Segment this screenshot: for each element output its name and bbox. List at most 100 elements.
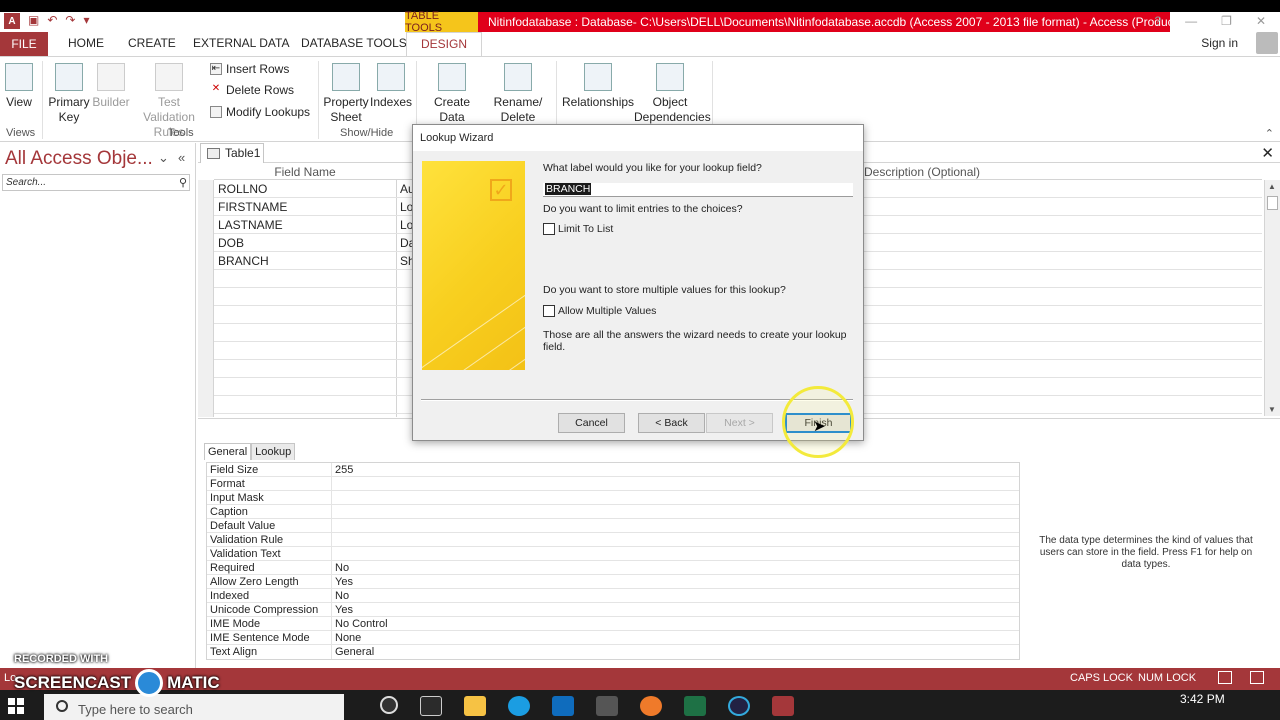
maximize-button[interactable]: ❐	[1221, 14, 1232, 28]
windows-start-icon[interactable]	[8, 698, 24, 714]
object-dependencies-button[interactable]: Object Dependencies	[634, 63, 711, 125]
property-value[interactable]: 255	[335, 464, 353, 476]
tab-database-tools[interactable]: DATABASE TOOLS	[301, 36, 407, 50]
num-lock-indicator: NUM LOCK	[1138, 672, 1197, 684]
property-value[interactable]: None	[335, 632, 361, 644]
limit-to-list-checkbox[interactable]: Limit To List	[543, 223, 613, 235]
sign-in-link[interactable]: Sign in	[1201, 36, 1238, 50]
tab-table1[interactable]: Table1	[200, 143, 264, 163]
tab-create[interactable]: CREATE	[128, 36, 176, 50]
property-value[interactable]: General	[335, 646, 374, 658]
property-row[interactable]: Required No	[207, 561, 1019, 575]
task-view-icon[interactable]	[420, 696, 442, 716]
modify-lookups-button[interactable]: Modify Lookups	[210, 105, 310, 119]
datasheet-view-icon[interactable]	[1218, 671, 1232, 684]
avatar[interactable]	[1256, 32, 1278, 54]
tab-external-data[interactable]: EXTERNAL DATA	[193, 36, 289, 50]
group-separator	[42, 61, 43, 139]
search-icon[interactable]: ⚲	[179, 176, 187, 189]
property-sheet-button[interactable]: Property Sheet	[322, 63, 370, 125]
nav-dropdown-icon[interactable]: ⌄	[158, 150, 169, 166]
property-divider	[331, 645, 332, 659]
minimize-button[interactable]: —	[1185, 14, 1197, 28]
insert-rows-button[interactable]: ⇤ Insert Rows	[210, 62, 289, 76]
redo-icon[interactable]: ↷	[65, 13, 75, 29]
next-button[interactable]: Next >	[706, 413, 773, 433]
indexes-button[interactable]: Indexes	[370, 63, 412, 110]
firefox-icon[interactable]	[640, 696, 662, 716]
cortana-icon[interactable]	[380, 696, 398, 714]
row-selector-column[interactable]	[198, 180, 214, 417]
taskbar-search-placeholder: Type here to search	[78, 702, 193, 717]
property-row[interactable]: Validation Rule	[207, 533, 1019, 547]
back-button[interactable]: < Back	[638, 413, 705, 433]
tab-file[interactable]: FILE	[0, 32, 48, 56]
property-row[interactable]: IME Sentence Mode None	[207, 631, 1019, 645]
delete-rows-button[interactable]: ✕ Delete Rows	[210, 83, 294, 97]
taskbar-search-input[interactable]: Type here to search	[44, 694, 344, 720]
property-row[interactable]: Format	[207, 477, 1019, 491]
field-name-cell[interactable]: LASTNAME	[218, 218, 283, 232]
property-row[interactable]: Field Size 255	[207, 463, 1019, 477]
property-row[interactable]: Default Value	[207, 519, 1019, 533]
property-row[interactable]: Input Mask	[207, 491, 1019, 505]
customize-qat-icon[interactable]: ▾	[83, 13, 89, 29]
property-value[interactable]: Yes	[335, 604, 353, 616]
nav-collapse-icon[interactable]: «	[178, 150, 185, 165]
field-name-cell[interactable]: ROLLNO	[218, 182, 267, 196]
property-row[interactable]: Indexed No	[207, 589, 1019, 603]
builder-button[interactable]: Builder	[92, 63, 130, 110]
property-value[interactable]: No Control	[335, 618, 388, 630]
excel-icon[interactable]	[684, 696, 706, 716]
property-row[interactable]: Unicode Compression Yes	[207, 603, 1019, 617]
tab-general[interactable]: General	[204, 443, 252, 460]
close-window-button[interactable]: ✕	[1256, 14, 1266, 28]
design-view-icon[interactable]	[1250, 671, 1264, 684]
allow-multiple-values-checkbox[interactable]: Allow Multiple Values	[543, 305, 656, 317]
nav-search-input[interactable]: Search... ⚲	[2, 174, 190, 191]
field-name-cell[interactable]: FIRSTNAME	[218, 200, 287, 214]
help-button[interactable]: ?	[1154, 14, 1161, 28]
checkbox-box[interactable]	[543, 305, 555, 317]
close-document-button[interactable]: ✕	[1261, 144, 1274, 162]
nav-pane-title[interactable]: All Access Obje...	[5, 148, 153, 170]
tab-home[interactable]: HOME	[68, 36, 104, 50]
column-header-description: Description (Optional)	[862, 164, 1262, 180]
property-value[interactable]: No	[335, 590, 349, 602]
screencast-o-matic-icon[interactable]	[728, 696, 750, 716]
access-taskbar-icon[interactable]	[772, 696, 794, 716]
mail-icon[interactable]	[552, 696, 574, 716]
checkbox-box[interactable]	[543, 223, 555, 235]
view-button[interactable]: View	[4, 63, 34, 110]
primary-key-button[interactable]: Primary Key	[48, 63, 90, 125]
field-name-cell[interactable]: BRANCH	[218, 254, 269, 268]
field-name-cell[interactable]: DOB	[218, 236, 244, 250]
property-row[interactable]: Allow Zero Length Yes	[207, 575, 1019, 589]
tab-design[interactable]: DESIGN	[406, 32, 483, 56]
group-separator	[318, 61, 319, 139]
collapse-ribbon-icon[interactable]: ⌃	[1265, 127, 1274, 140]
illustration-stripe	[422, 253, 525, 370]
property-value[interactable]: No	[335, 562, 349, 574]
save-icon[interactable]: ▣	[28, 13, 39, 29]
property-divider	[331, 533, 332, 547]
property-divider	[331, 589, 332, 603]
scrollbar-thumb[interactable]	[1267, 196, 1278, 210]
relationships-button[interactable]: Relationships	[562, 63, 634, 110]
property-row[interactable]: Text Align General	[207, 645, 1019, 659]
lookup-label-input[interactable]: BRANCH	[543, 183, 853, 197]
property-row[interactable]: IME Mode No Control	[207, 617, 1019, 631]
limit-to-list-label: Limit To List	[558, 223, 614, 235]
file-explorer-icon[interactable]	[464, 696, 486, 716]
scroll-up-icon[interactable]: ▲	[1268, 182, 1276, 191]
undo-icon[interactable]: ↶	[47, 13, 57, 29]
property-row[interactable]: Validation Text	[207, 547, 1019, 561]
tab-lookup[interactable]: Lookup	[251, 443, 296, 460]
cancel-button[interactable]: Cancel	[558, 413, 625, 433]
store-icon[interactable]	[596, 696, 618, 716]
grid-vertical-scrollbar[interactable]: ▲ ▼	[1264, 180, 1280, 416]
scroll-down-icon[interactable]: ▼	[1268, 405, 1276, 414]
property-row[interactable]: Caption	[207, 505, 1019, 519]
edge-browser-icon[interactable]	[508, 696, 530, 716]
property-value[interactable]: Yes	[335, 576, 353, 588]
